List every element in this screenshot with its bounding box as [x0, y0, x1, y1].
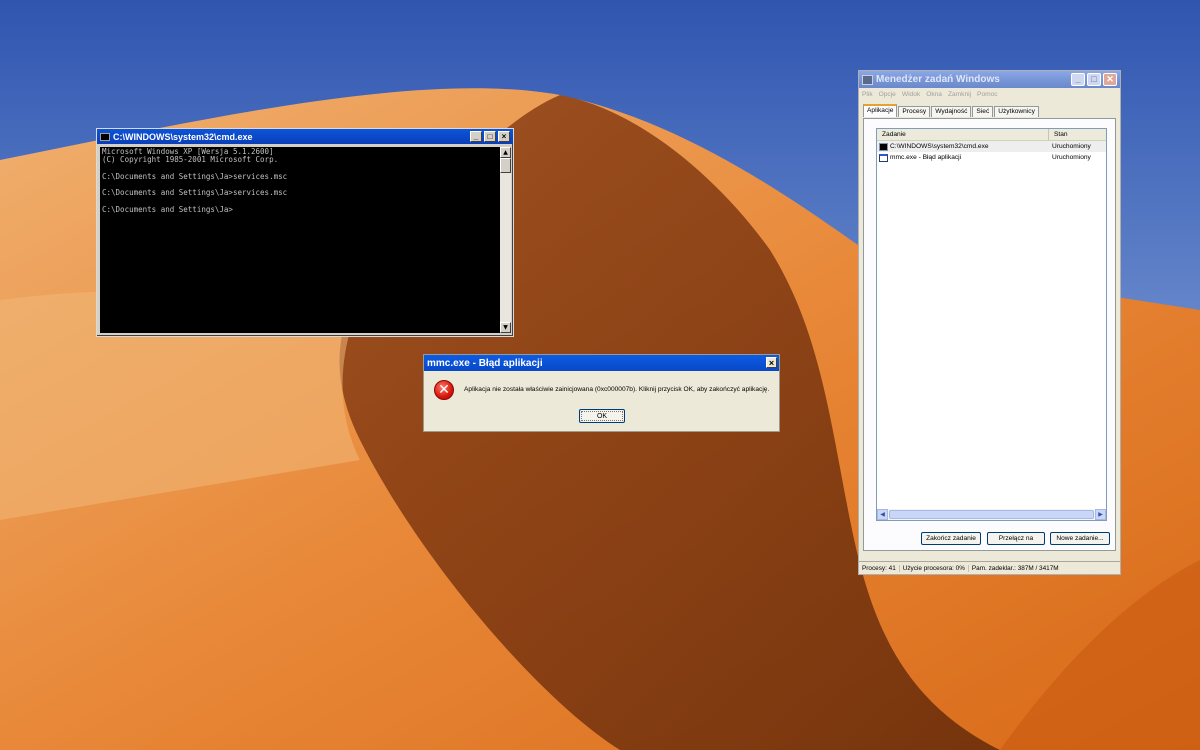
- window-icon: [879, 153, 888, 162]
- list-item[interactable]: mmc.exe - Błąd aplikacji Uruchomiony: [877, 152, 1106, 163]
- error-dialog[interactable]: mmc.exe - Błąd aplikacji × ✕ Aplikacja n…: [423, 354, 780, 432]
- maximize-button[interactable]: □: [484, 131, 496, 142]
- new-task-button[interactable]: Nowe zadanie...: [1050, 532, 1110, 545]
- status-bar: Procesy: 41 Użycie procesora: 0% Pam. za…: [859, 561, 1120, 574]
- vertical-scrollbar[interactable]: ▲ ▼: [500, 147, 511, 333]
- menu-view[interactable]: Widok: [902, 91, 920, 98]
- scroll-up-icon[interactable]: ▲: [500, 147, 511, 158]
- task-name: mmc.exe - Błąd aplikacji: [890, 154, 962, 161]
- cmd-icon: [879, 142, 888, 151]
- menu-bar: Plik Opcje Widok Okna Zamknij Pomoc: [859, 88, 1120, 101]
- column-header-task[interactable]: Zadanie: [877, 129, 1049, 140]
- cmd-window[interactable]: C:\WINDOWS\system32\cmd.exe _ □ × Micros…: [96, 128, 514, 337]
- task-status: Uruchomiony: [1052, 143, 1091, 150]
- tab-strip: Aplikacje Procesy Wydajność Sieć Użytkow…: [863, 104, 1040, 117]
- error-dialog-title: mmc.exe - Błąd aplikacji: [427, 357, 543, 369]
- list-item[interactable]: C:\WINDOWS\system32\cmd.exe Uruchomiony: [877, 141, 1106, 152]
- column-header-status[interactable]: Stan: [1049, 129, 1106, 140]
- tab-network[interactable]: Sieć: [972, 106, 994, 117]
- maximize-button[interactable]: □: [1087, 73, 1101, 86]
- console-output[interactable]: Microsoft Windows XP [Wersja 5.1.2600] (…: [100, 147, 500, 333]
- status-processes: Procesy: 41: [859, 564, 900, 572]
- applications-panel: Zadanie Stan C:\WINDOWS\system32\cmd.exe…: [863, 118, 1116, 551]
- menu-options[interactable]: Opcje: [879, 91, 896, 98]
- close-button[interactable]: ✕: [1103, 73, 1117, 86]
- scroll-down-icon[interactable]: ▼: [500, 322, 511, 333]
- error-icon: ✕: [434, 380, 454, 400]
- minimize-button[interactable]: _: [1071, 73, 1085, 86]
- close-button[interactable]: ×: [498, 131, 510, 142]
- close-button[interactable]: ×: [766, 357, 777, 368]
- task-manager-window[interactable]: Menedżer zadań Windows _ □ ✕ Plik Opcje …: [858, 70, 1121, 575]
- tab-users[interactable]: Użytkownicy: [994, 106, 1039, 117]
- minimize-button[interactable]: _: [470, 131, 482, 142]
- task-manager-title: Menedżer zadań Windows: [876, 74, 1000, 85]
- menu-windows[interactable]: Okna: [926, 91, 942, 98]
- cmd-icon: [100, 132, 110, 141]
- menu-shutdown[interactable]: Zamknij: [948, 91, 971, 98]
- status-cpu: Użycie procesora: 0%: [900, 564, 969, 572]
- end-task-button[interactable]: Zakończ zadanie: [921, 532, 981, 545]
- task-name: C:\WINDOWS\system32\cmd.exe: [890, 143, 989, 150]
- switch-to-button[interactable]: Przełącz na: [987, 532, 1045, 545]
- menu-help[interactable]: Pomoc: [977, 91, 998, 98]
- scroll-thumb[interactable]: [889, 510, 1094, 519]
- horizontal-scrollbar[interactable]: ◀ ▶: [877, 509, 1106, 520]
- task-list[interactable]: Zadanie Stan C:\WINDOWS\system32\cmd.exe…: [876, 128, 1107, 521]
- cmd-title: C:\WINDOWS\system32\cmd.exe: [113, 131, 253, 142]
- tab-applications[interactable]: Aplikacje: [863, 104, 898, 117]
- cmd-titlebar[interactable]: C:\WINDOWS\system32\cmd.exe _ □ ×: [97, 129, 513, 144]
- task-manager-icon: [862, 74, 873, 85]
- scroll-thumb[interactable]: [500, 158, 511, 173]
- status-commit: Pam. zadeklar.: 387M / 3417M: [971, 564, 1059, 572]
- list-header: Zadanie Stan: [877, 129, 1106, 141]
- error-message: Aplikacja nie została właściwie zainicjo…: [464, 386, 770, 393]
- menu-file[interactable]: Plik: [862, 91, 873, 98]
- task-status: Uruchomiony: [1052, 154, 1091, 161]
- tab-processes[interactable]: Procesy: [898, 106, 931, 117]
- scroll-left-icon[interactable]: ◀: [877, 509, 888, 520]
- scroll-right-icon[interactable]: ▶: [1095, 509, 1106, 520]
- task-manager-titlebar[interactable]: Menedżer zadań Windows _ □ ✕: [859, 71, 1120, 88]
- tab-performance[interactable]: Wydajność: [931, 106, 972, 117]
- ok-button[interactable]: OK: [579, 409, 625, 423]
- error-dialog-titlebar[interactable]: mmc.exe - Błąd aplikacji ×: [424, 355, 779, 371]
